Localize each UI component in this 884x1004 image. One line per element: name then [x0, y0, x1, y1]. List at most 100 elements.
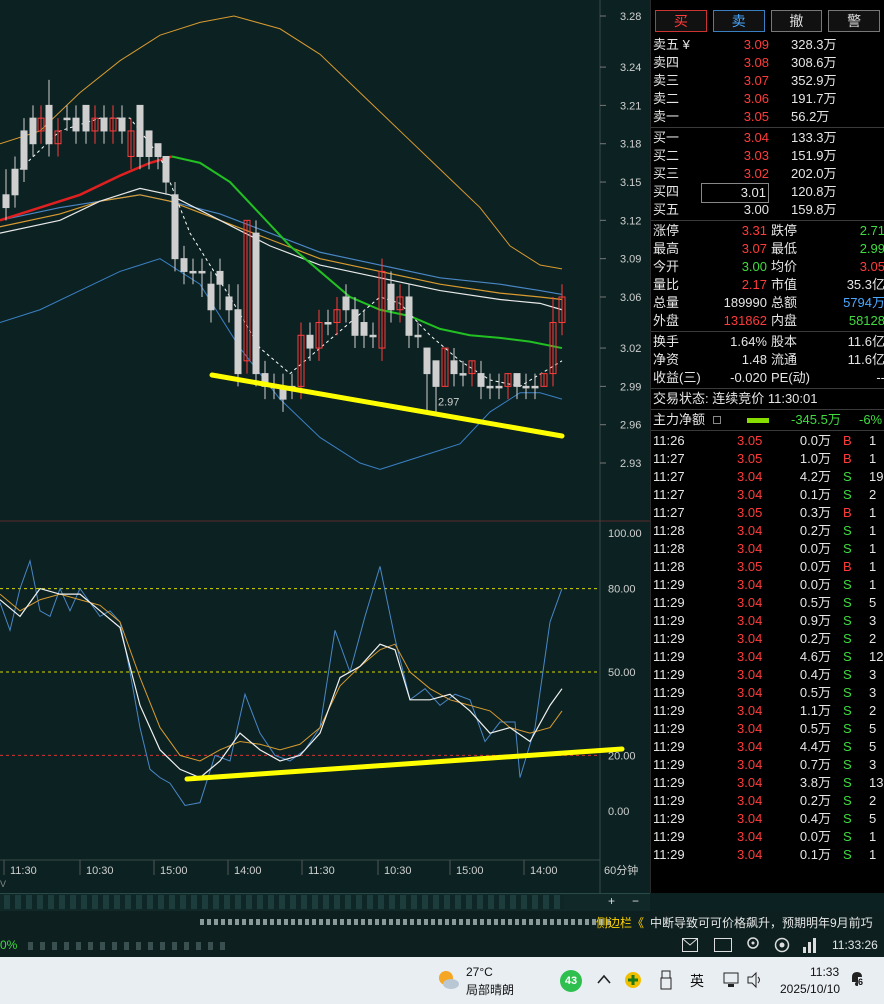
tick-list[interactable]: 11:26 3.05 0.0万 B 1 11:27 3.05 1.0万 B 1 11:27 3.04 4… [651, 432, 884, 864]
network-icon[interactable] [722, 971, 740, 989]
weather-desc[interactable]: 局部晴朗 [466, 981, 514, 998]
ask-row[interactable]: 卖一 3.05 56.2万 [651, 108, 884, 126]
bid-label: 买二 [653, 148, 680, 163]
app-tray-icon[interactable] [624, 971, 642, 989]
location-icon[interactable] [746, 937, 760, 953]
bid-row[interactable]: 买二 3.03 151.9万 [651, 147, 884, 165]
price-axis-label: 3.18 [620, 139, 641, 151]
bid-price[interactable]: 3.02 [737, 165, 769, 183]
chart-scrollbar[interactable] [4, 895, 564, 909]
ask-price[interactable]: 3.07 [737, 72, 769, 90]
tick-row[interactable]: 11:29 3.04 0.9万 S 3 [651, 612, 884, 630]
ask-price[interactable]: 3.05 [737, 108, 769, 126]
security-badge[interactable]: 43 [560, 970, 582, 992]
tick-row[interactable]: 11:29 3.04 0.5万 S 5 [651, 594, 884, 612]
ime-indicator[interactable]: 英 [690, 971, 704, 991]
side-toggle[interactable]: 侧边栏《 [596, 911, 644, 935]
signal-icon[interactable] [802, 937, 816, 953]
tick-row[interactable]: 11:29 3.04 3.8万 S 13 [651, 774, 884, 792]
tick-row[interactable]: 11:29 3.04 4.4万 S 5 [651, 738, 884, 756]
keyboard-icon[interactable] [714, 938, 732, 952]
bid-row[interactable]: 买五 3.00 159.8万 [651, 201, 884, 219]
tick-row[interactable]: 11:29 3.04 0.0万 S 1 [651, 576, 884, 594]
tick-row[interactable]: 11:29 3.04 0.4万 S 3 [651, 666, 884, 684]
tick-time: 11:28 [653, 559, 685, 574]
tick-price: 3.04 [737, 847, 763, 862]
zoom-in-button[interactable]: + [608, 894, 615, 908]
tick-volume: 0.4万 [799, 811, 831, 826]
taskbar-time[interactable]: 11:33 [810, 965, 839, 979]
tick-price: 3.04 [737, 667, 763, 682]
buy-button[interactable]: 买 [655, 10, 707, 32]
weather-temp[interactable]: 27°C [466, 965, 493, 979]
tick-row[interactable]: 11:27 3.04 0.1万 S 2 [651, 486, 884, 504]
taskbar-date[interactable]: 2025/10/10 [780, 982, 840, 996]
tick-row[interactable]: 11:28 3.04 0.2万 S 1 [651, 522, 884, 540]
tick-row[interactable]: 11:28 3.04 0.0万 S 1 [651, 540, 884, 558]
bid-row[interactable]: 买四 3.01 120.8万 [651, 183, 884, 203]
tick-row[interactable]: 11:27 3.05 1.0万 B 1 [651, 450, 884, 468]
mail-icon[interactable] [682, 938, 698, 952]
boll-upper-line [0, 15, 563, 270]
stat2-label: 净资 [653, 352, 680, 367]
tick-row[interactable]: 11:29 3.04 0.5万 S 5 [651, 720, 884, 738]
main-flow-icon[interactable] [713, 416, 721, 424]
zoom-out-button[interactable]: − [632, 894, 639, 908]
bid-row[interactable]: 买一 3.04 133.3万 [651, 129, 884, 147]
chevron-up-icon[interactable] [596, 971, 612, 987]
tick-volume: 1.0万 [799, 451, 831, 466]
notification-icon[interactable] [848, 969, 866, 987]
price-axis-label: 3.12 [620, 215, 641, 227]
tick-time: 11:29 [653, 721, 685, 736]
tick-time: 11:29 [653, 631, 685, 646]
bid-price[interactable]: 3.04 [737, 129, 769, 147]
stat-label: 最低 [771, 241, 798, 256]
tick-side: S [843, 577, 852, 592]
time-axis-label: 10:30 [86, 865, 114, 877]
ask-row[interactable]: 卖五 ¥ 3.09 328.3万 [651, 36, 884, 54]
price-axis-label: 2.99 [620, 381, 641, 393]
tick-row[interactable]: 11:29 3.04 0.5万 S 3 [651, 684, 884, 702]
bid-price[interactable]: 3.03 [737, 147, 769, 165]
tick-time: 11:29 [653, 739, 685, 754]
kline-chart[interactable]: 3.28 3.24 3.21 3.18 3.15 3.12 3.09 3.06 3.02 2.99… [0, 0, 650, 893]
ask-price[interactable]: 3.09 [737, 36, 769, 54]
tick-row[interactable]: 11:29 3.04 4.6万 S 12 [651, 648, 884, 666]
stat-label: 内盘 [771, 313, 798, 328]
stat-value: 3.07 [741, 241, 767, 256]
volume-icon[interactable] [746, 971, 764, 989]
tick-row[interactable]: 11:26 3.05 0.0万 B 1 [651, 432, 884, 450]
tick-time: 11:27 [653, 469, 685, 484]
ask-row[interactable]: 卖三 3.07 352.9万 [651, 72, 884, 90]
ask-row[interactable]: 卖四 3.08 308.6万 [651, 54, 884, 72]
bid-price[interactable]: 3.00 [737, 201, 769, 219]
stat2-label: 流通 [771, 352, 798, 367]
tick-row[interactable]: 11:29 3.04 0.1万 S 1 [651, 846, 884, 864]
news-ticker[interactable]: 侧边栏《 中断导致可可价格飙升，预期明年9月前巧克力价格将 [0, 911, 884, 935]
tick-row[interactable]: 11:29 3.04 0.7万 S 3 [651, 756, 884, 774]
tick-row[interactable]: 11:29 3.04 0.0万 S 1 [651, 828, 884, 846]
tick-price: 3.04 [737, 469, 763, 484]
tick-row[interactable]: 11:28 3.05 0.0万 B 1 [651, 558, 884, 576]
kdj-axis-label: 20.00 [608, 750, 636, 762]
bid-row[interactable]: 买三 3.02 202.0万 [651, 165, 884, 183]
ask-price[interactable]: 3.06 [737, 90, 769, 108]
weather-icon[interactable] [436, 969, 460, 991]
tick-row[interactable]: 11:29 3.04 1.1万 S 2 [651, 702, 884, 720]
usb-icon[interactable] [660, 970, 672, 990]
sell-button[interactable]: 卖 [712, 10, 765, 32]
tick-row[interactable]: 11:29 3.04 0.2万 S 2 [651, 792, 884, 810]
ask-price[interactable]: 3.08 [737, 54, 769, 72]
camera-icon[interactable] [774, 937, 790, 953]
stat-value: 131862 [723, 313, 767, 328]
tick-row[interactable]: 11:29 3.04 0.4万 S 5 [651, 810, 884, 828]
tick-side: S [843, 847, 852, 862]
bid-price[interactable]: 3.01 [701, 183, 769, 203]
tick-row[interactable]: 11:27 3.05 0.3万 B 1 [651, 504, 884, 522]
tick-row[interactable]: 11:27 3.04 4.2万 S 19 [651, 468, 884, 486]
tick-row[interactable]: 11:29 3.04 0.2万 S 2 [651, 630, 884, 648]
cancel-order-button[interactable]: 撤 [770, 10, 823, 32]
alert-button[interactable]: 警 [828, 10, 880, 32]
chart-canvas[interactable]: 3.28 3.24 3.21 3.18 3.15 3.12 3.09 3.06 3.02 2.99… [0, 0, 650, 893]
ask-row[interactable]: 卖二 3.06 191.7万 [651, 90, 884, 108]
